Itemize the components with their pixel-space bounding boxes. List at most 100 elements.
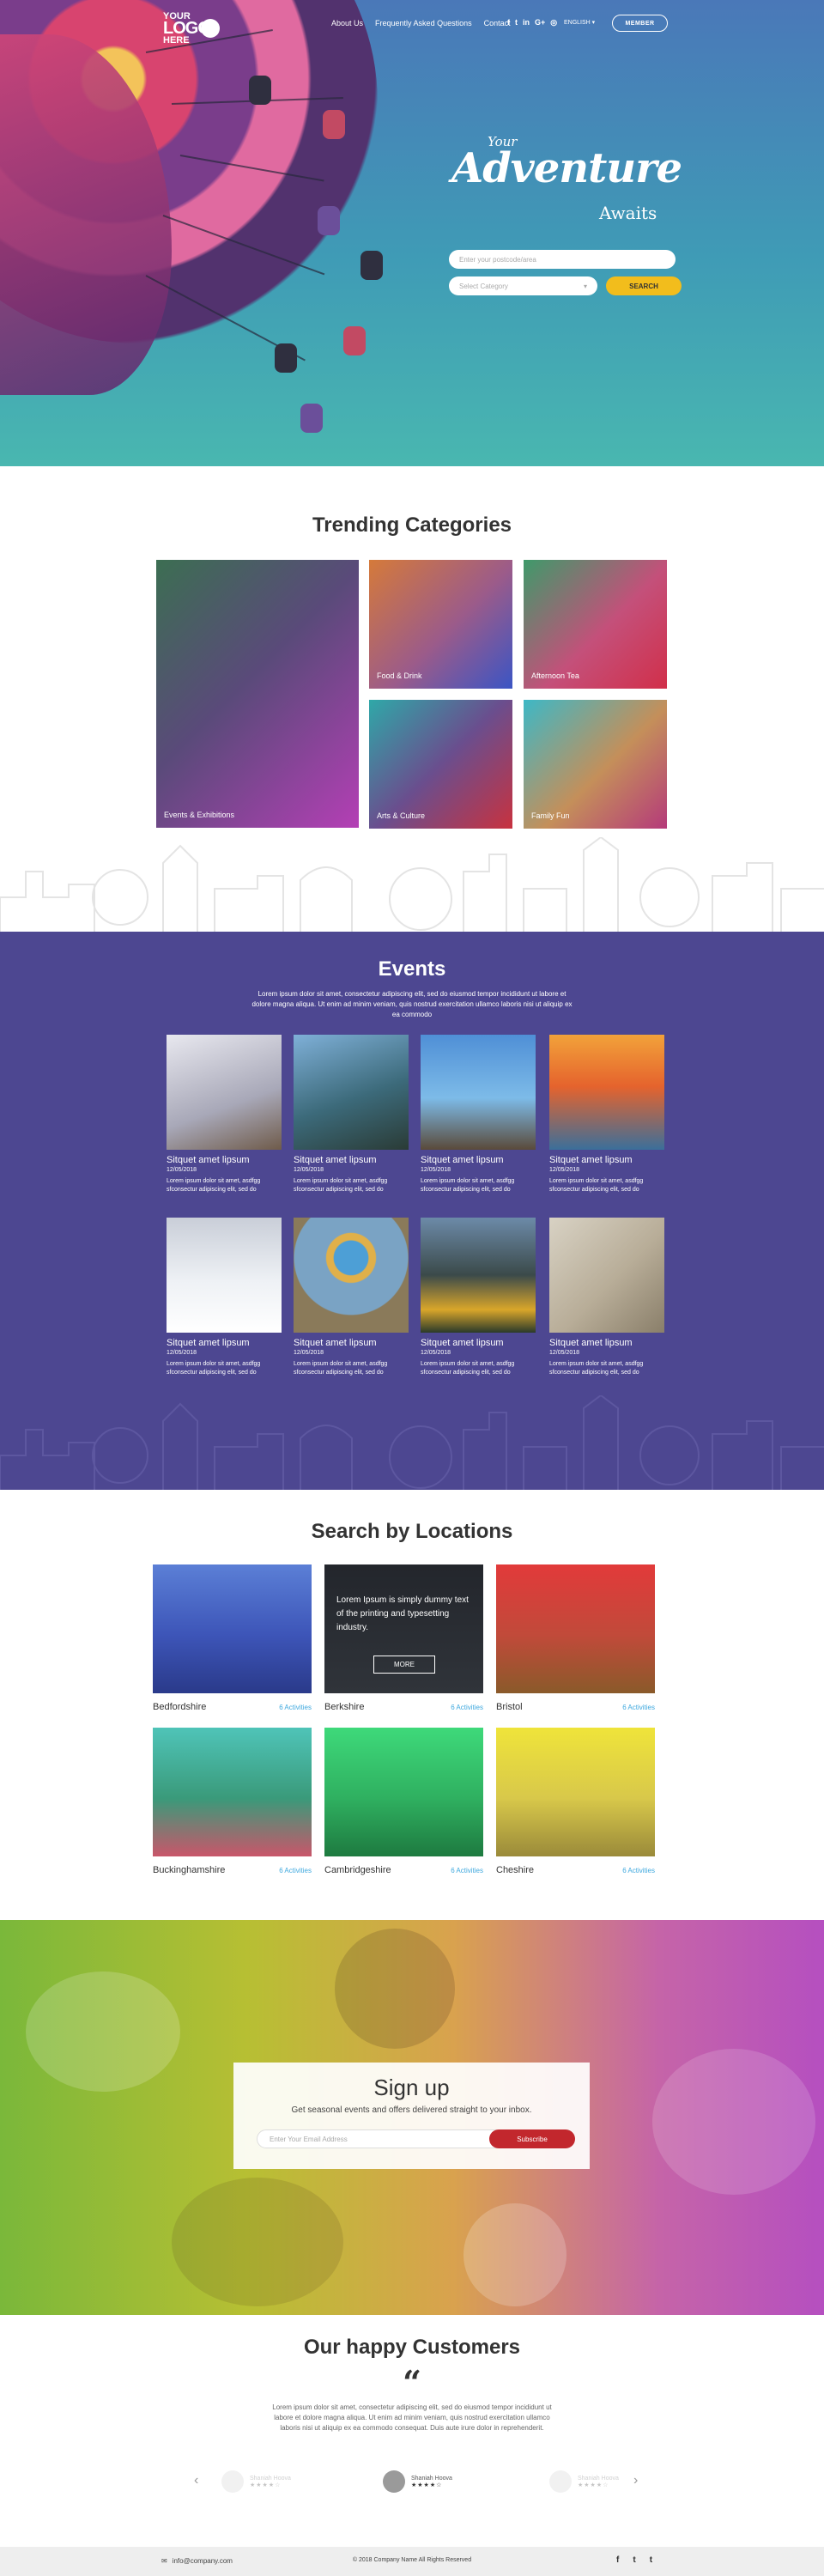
location-name: Cheshire — [496, 1865, 535, 1875]
customer-item-active[interactable]: Shaniah Hoova ★★★★☆ — [383, 2470, 452, 2493]
rating-stars: ★★★★☆ — [411, 2482, 443, 2488]
event-card[interactable]: Sitquet amet lipsum 12/05/2018 Lorem ips… — [167, 1035, 282, 1194]
hero-rider — [360, 251, 383, 280]
subscribe-button[interactable]: Subscribe — [489, 2129, 575, 2148]
member-button[interactable]: MEMBER — [612, 15, 668, 32]
location-card-bristol[interactable]: Bristol 6 Activities — [496, 1564, 655, 1712]
event-title: Sitquet amet lipsum — [549, 1155, 633, 1165]
category-card-arts[interactable]: Arts & Culture — [369, 700, 512, 829]
footer: ✉ info@company.com © 2018 Company Name A… — [0, 2547, 824, 2576]
customer-name: Shaniah Hoova — [578, 2475, 619, 2482]
tumblr-icon[interactable]: t — [650, 2555, 652, 2565]
event-image — [421, 1218, 536, 1333]
customer-name: Shaniah Hoova — [411, 2475, 452, 2482]
nav-about-us[interactable]: About Us — [331, 19, 363, 27]
category-select-value: Select Category — [459, 282, 508, 290]
category-card-events[interactable]: Events & Exhibitions — [156, 560, 359, 828]
event-title: Sitquet amet lipsum — [167, 1338, 250, 1348]
event-card[interactable]: Sitquet amet lipsum 12/05/2018 Lorem ips… — [167, 1218, 282, 1377]
category-card-family-fun[interactable]: Family Fun — [524, 700, 667, 829]
event-image — [294, 1035, 409, 1150]
event-title: Sitquet amet lipsum — [294, 1338, 377, 1348]
event-text: Lorem ipsum dolor sit amet, asdfgg sfcon… — [294, 1178, 388, 1193]
location-count[interactable]: 6 Activities — [451, 1704, 483, 1711]
event-image — [421, 1035, 536, 1150]
signup-box: Sign up Get seasonal events and offers d… — [233, 2063, 590, 2169]
category-label: Arts & Culture — [377, 811, 426, 820]
more-button[interactable]: MORE — [373, 1656, 435, 1674]
linkedin-icon[interactable]: in — [523, 18, 530, 27]
events-section: Events Lorem ipsum dolor sit amet, conse… — [0, 932, 824, 1490]
nav-faq[interactable]: Frequently Asked Questions — [375, 19, 472, 27]
location-image — [153, 1564, 312, 1693]
signup-title: Sign up — [373, 2075, 450, 2100]
search-button[interactable]: SEARCH — [606, 276, 682, 295]
location-card-buckinghamshire[interactable]: Buckinghamshire 6 Activities — [153, 1728, 312, 1875]
events-skyline-illustration — [0, 1395, 824, 1490]
hero-rider — [318, 206, 340, 235]
event-date: 12/05/2018 — [421, 1167, 451, 1173]
category-label: Food & Drink — [377, 671, 422, 680]
rating-stars: ★★★★☆ — [250, 2482, 282, 2488]
location-name: Buckinghamshire — [153, 1865, 226, 1875]
hero-banner: YOUR LOGO HERE About Us Frequently Asked… — [0, 0, 824, 466]
event-card[interactable]: Sitquet amet lipsum 12/05/2018 Lorem ips… — [549, 1218, 664, 1377]
events-title: Events — [378, 957, 446, 981]
event-date: 12/05/2018 — [421, 1350, 451, 1356]
facebook-icon[interactable]: f — [507, 18, 510, 27]
category-select[interactable]: Select Category ▾ — [449, 276, 597, 295]
event-text: Lorem ipsum dolor sit amet, asdfgg sfcon… — [549, 1361, 644, 1376]
location-image — [496, 1564, 655, 1693]
facebook-icon[interactable]: f — [616, 2555, 619, 2565]
signup-email-input[interactable]: Enter Your Email Address — [257, 2129, 506, 2148]
location-count[interactable]: 6 Activities — [451, 1867, 483, 1874]
location-card-cheshire[interactable]: Cheshire 6 Activities — [496, 1728, 655, 1875]
hero-tagline-end: Awaits — [599, 203, 657, 223]
event-card[interactable]: Sitquet amet lipsum 12/05/2018 Lorem ips… — [421, 1035, 536, 1194]
nav-contact[interactable]: Contact — [484, 19, 511, 27]
event-text: Lorem ipsum dolor sit amet, asdfgg sfcon… — [421, 1361, 515, 1376]
event-title: Sitquet amet lipsum — [549, 1338, 633, 1348]
site-logo[interactable]: YOUR LOGO HERE — [163, 12, 223, 46]
event-card[interactable]: Sitquet amet lipsum 12/05/2018 Lorem ips… — [294, 1218, 409, 1377]
category-card-afternoon-tea[interactable]: Afternoon Tea — [524, 560, 667, 689]
customer-item[interactable]: Shaniah Hoova ★★★★☆ — [549, 2470, 619, 2493]
chevron-left-icon[interactable]: ‹ — [194, 2473, 198, 2488]
hero-rider — [323, 110, 345, 139]
location-name: Bedfordshire — [153, 1702, 207, 1712]
avatar — [383, 2470, 405, 2493]
hero-rider — [300, 404, 323, 433]
location-count[interactable]: 6 Activities — [622, 1867, 655, 1874]
location-card-bedfordshire[interactable]: Bedfordshire 6 Activities — [153, 1564, 312, 1712]
chevron-right-icon[interactable]: › — [633, 2473, 638, 2488]
location-count[interactable]: 6 Activities — [622, 1704, 655, 1711]
location-name: Cambridgeshire — [324, 1865, 391, 1875]
location-name: Bristol — [496, 1702, 523, 1712]
quote-icon: “ — [403, 2363, 421, 2402]
location-count[interactable]: 6 Activities — [279, 1867, 312, 1874]
instagram-icon[interactable]: ◎ — [550, 18, 557, 27]
page: YOUR LOGO HERE About Us Frequently Asked… — [0, 0, 824, 2576]
event-date: 12/05/2018 — [167, 1167, 197, 1173]
google-plus-icon[interactable]: G+ — [535, 18, 545, 27]
signup-description: Get seasonal events and offers delivered… — [291, 2105, 532, 2115]
event-card[interactable]: Sitquet amet lipsum 12/05/2018 Lorem ips… — [549, 1035, 664, 1194]
header-social: f t in G+ ◎ — [507, 18, 557, 27]
event-card[interactable]: Sitquet amet lipsum 12/05/2018 Lorem ips… — [421, 1218, 536, 1377]
rating-stars: ★★★★☆ — [578, 2482, 609, 2488]
location-card-cambridgeshire[interactable]: Cambridgeshire 6 Activities — [324, 1728, 483, 1875]
skyline-illustration — [0, 837, 824, 932]
language-select[interactable]: ENGLISH ▾ — [564, 19, 595, 26]
logo-circle-icon — [201, 19, 220, 38]
postcode-input[interactable]: Enter your postcode/area — [449, 250, 676, 269]
event-card[interactable]: Sitquet amet lipsum 12/05/2018 Lorem ips… — [294, 1035, 409, 1194]
location-count[interactable]: 6 Activities — [279, 1704, 312, 1711]
twitter-icon[interactable]: t — [633, 2555, 635, 2565]
location-image — [153, 1728, 312, 1856]
category-card-food[interactable]: Food & Drink — [369, 560, 512, 689]
twitter-icon[interactable]: t — [515, 18, 518, 27]
event-text: Lorem ipsum dolor sit amet, asdfgg sfcon… — [549, 1178, 644, 1193]
events-description: Lorem ipsum dolor sit amet, consectetur … — [251, 990, 573, 1018]
location-card-berkshire[interactable]: Lorem Ipsum is simply dummy text of the … — [324, 1564, 483, 1712]
customer-item[interactable]: Shaniah Hoova ★★★★☆ — [221, 2470, 291, 2493]
